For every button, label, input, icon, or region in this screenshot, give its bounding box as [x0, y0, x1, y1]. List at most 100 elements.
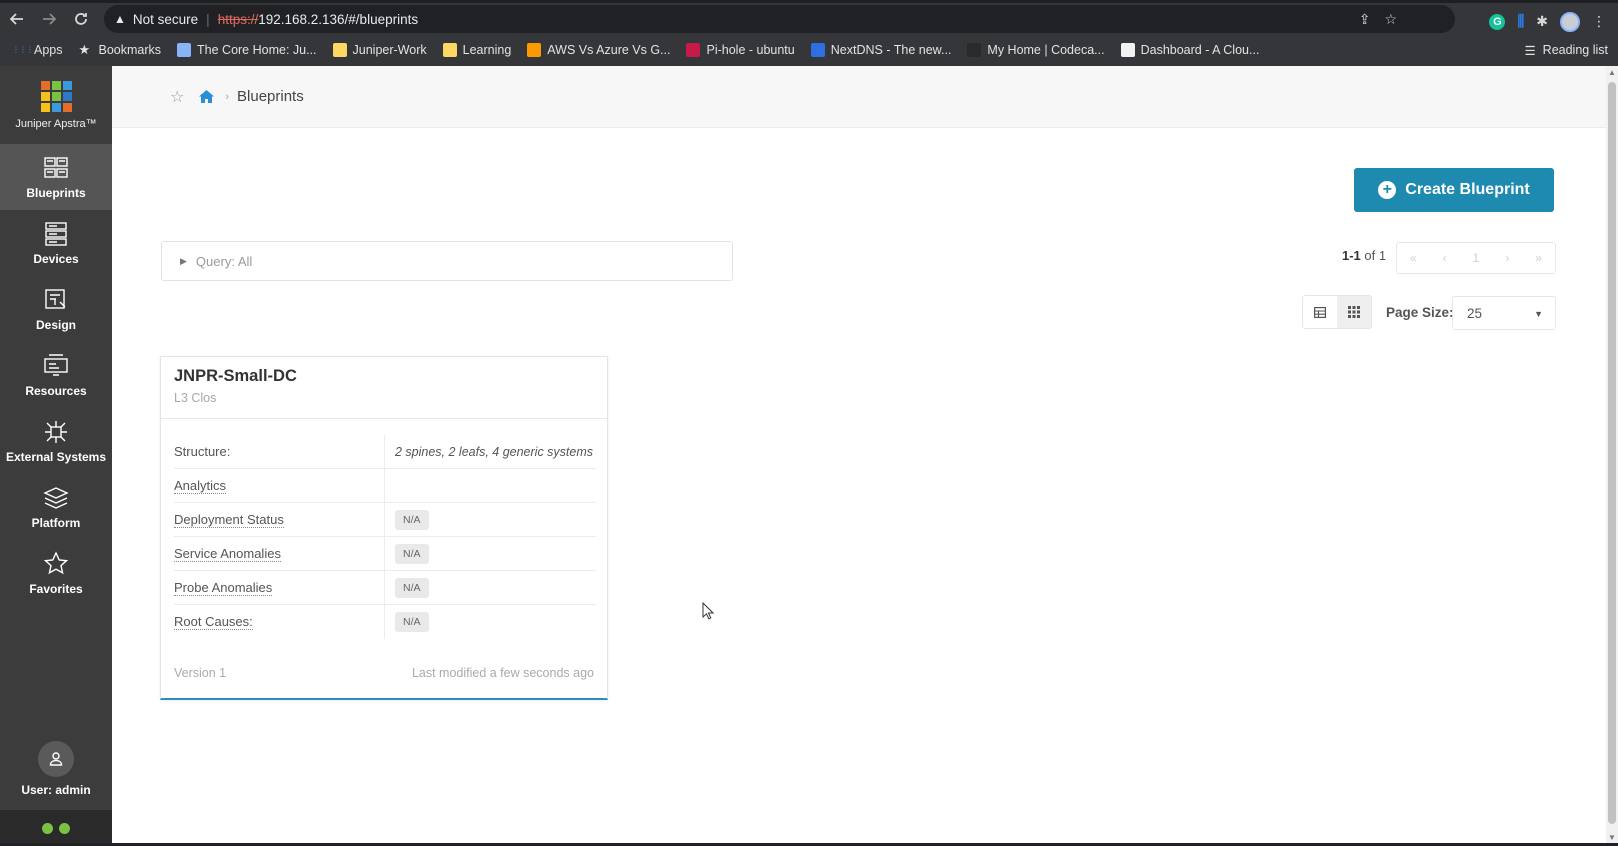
page-size-value: 25 [1467, 305, 1483, 321]
sidebar-item-devices[interactable]: Devices [0, 210, 112, 276]
blueprint-card-footer: Version 1 Last modified a few seconds ag… [174, 666, 594, 680]
favorite-star-icon[interactable]: ☆ [170, 87, 184, 107]
sidebar-item-blueprints[interactable]: Blueprints [0, 144, 112, 210]
status-dot-icon [59, 822, 70, 834]
bookmarks-bar: ⋮⋮⋮ Apps ★ Bookmarks The Core Home: Ju... Jun… [0, 34, 1618, 66]
table-view-button[interactable] [1303, 296, 1337, 328]
bookmark-label: Apps [34, 43, 63, 57]
bookmark-item[interactable]: ⋮⋮⋮ Apps [12, 43, 63, 57]
detail-label[interactable]: Service Anomalies [174, 537, 385, 570]
app-logo[interactable]: Juniper Apstra™ [0, 66, 112, 144]
bookmark-item[interactable]: Pi-hole - ubuntu [686, 43, 795, 57]
system-status[interactable] [0, 810, 112, 846]
favorites-icon [42, 550, 70, 578]
page-size-select[interactable]: 25 ▼ [1452, 296, 1556, 330]
query-filter[interactable]: ▶ Query: All [161, 241, 733, 281]
sidebar-item-design[interactable]: Design [0, 276, 112, 342]
detail-value: N/A [385, 571, 596, 604]
extensions-puzzle-icon[interactable]: ✱ [1536, 13, 1548, 30]
blueprint-last-modified: Last modified a few seconds ago [411, 666, 594, 680]
page-scrollbar[interactable]: ▲ ▼ [1606, 66, 1618, 846]
caret-down-icon: ▼ [1534, 309, 1543, 319]
bookmark-label: The Core Home: Ju... [197, 43, 317, 57]
blueprint-name[interactable]: JNPR-Small-DC [174, 367, 594, 386]
profile-avatar[interactable] [1560, 11, 1580, 32]
design-icon [42, 286, 70, 314]
blueprint-detail-row: Deployment Status N/A [174, 503, 596, 537]
sidebar-item-external-systems[interactable]: External Systems [0, 408, 112, 474]
detail-value-text: 2 spines, 2 leafs, 4 generic systems [395, 444, 594, 459]
bookmark-item[interactable]: Juniper-Work [332, 43, 427, 57]
bookmark-label: Bookmarks [98, 43, 162, 57]
detail-value [385, 469, 596, 502]
detail-label[interactable]: Probe Anomalies [174, 571, 385, 604]
sidebar-nav: Blueprints Devices Design Resources External… [0, 144, 112, 606]
bookmark-favicon-icon [810, 43, 825, 57]
grammarly-extension-icon[interactable]: G [1489, 13, 1506, 30]
pagination-range: 1-1 [1342, 248, 1361, 263]
bookmark-item[interactable]: Dashboard - A Clou... [1120, 43, 1259, 57]
detail-label[interactable]: Analytics [174, 469, 385, 502]
create-blueprint-button[interactable]: + Create Blueprint [1354, 168, 1554, 212]
blueprint-card-header: JNPR-Small-DC L3 Clos [161, 357, 607, 419]
bookmark-item[interactable]: NextDNS - The new... [810, 43, 951, 57]
caret-right-icon: ▶ [180, 255, 187, 266]
url-separator: | [206, 11, 210, 27]
address-bar[interactable]: ▲ Not secure | https:// 192.168.2.136/#/… [104, 5, 1455, 33]
reload-button[interactable] [66, 5, 96, 33]
bookmark-item[interactable]: The Core Home: Ju... [177, 43, 317, 57]
bookmark-item[interactable]: AWS Vs Azure Vs G... [527, 43, 670, 57]
bookmark-label: Juniper-Work [352, 43, 427, 57]
view-toggle [1302, 295, 1372, 329]
detail-label-text: Probe Anomalies [174, 579, 273, 596]
plus-circle-icon: + [1378, 181, 1397, 199]
page-number[interactable]: 1 [1473, 251, 1480, 265]
prev-page-icon[interactable]: ‹ [1443, 251, 1447, 265]
blueprint-card[interactable]: JNPR-Small-DC L3 Clos Structure: 2 spines… [160, 356, 608, 700]
bookmark-star-icon[interactable]: ☆ [1384, 11, 1397, 28]
bookmark-label: AWS Vs Azure Vs G... [547, 43, 671, 57]
reading-list-button[interactable]: ☰ Reading list [1524, 34, 1608, 66]
extension-bar-icon[interactable]: ⫼ [1517, 13, 1524, 30]
back-button[interactable] [2, 5, 32, 33]
blueprints-icon [42, 154, 70, 182]
last-page-icon[interactable]: » [1535, 251, 1542, 265]
next-page-icon[interactable]: › [1505, 251, 1509, 265]
user-icon [49, 752, 63, 766]
sidebar-item-favorites[interactable]: Favorites [0, 540, 112, 606]
kebab-menu-icon[interactable]: ⋮ [1592, 13, 1606, 30]
sidebar-item-label: Devices [33, 252, 79, 266]
detail-label-text: Analytics [174, 477, 227, 494]
pager: « ‹ 1 › » [1396, 242, 1556, 274]
forward-button[interactable] [34, 5, 64, 33]
sidebar-item-label: Favorites [29, 582, 83, 596]
detail-label[interactable]: Root Causes: [174, 605, 385, 639]
bookmark-label: My Home | Codeca... [987, 43, 1105, 57]
blueprint-detail-row: Service Anomalies N/A [174, 537, 596, 571]
scroll-down-icon[interactable]: ▼ [1608, 833, 1616, 842]
query-label: Query: All [195, 253, 253, 269]
bookmark-item[interactable]: Learning [442, 43, 511, 57]
first-page-icon[interactable]: « [1410, 251, 1417, 265]
status-badge: N/A [395, 509, 429, 530]
arrow-right-icon [43, 12, 57, 25]
user-menu[interactable]: User: admin [0, 734, 112, 804]
grid-view-button[interactable] [1337, 296, 1371, 328]
reload-icon [75, 12, 87, 25]
sidebar-item-platform[interactable]: Platform [0, 474, 112, 540]
platform-icon [42, 484, 70, 512]
detail-label[interactable]: Deployment Status [174, 503, 385, 536]
arrow-left-icon [9, 12, 23, 25]
home-icon[interactable] [198, 89, 215, 104]
breadcrumb-current: Blueprints [237, 88, 304, 105]
detail-value: N/A [385, 503, 596, 536]
detail-value: 2 spines, 2 leafs, 4 generic systems [385, 435, 596, 468]
sidebar-item-resources[interactable]: Resources [0, 342, 112, 408]
blueprint-detail-row: Structure: 2 spines, 2 leafs, 4 generic s… [174, 435, 596, 469]
scroll-thumb[interactable] [1608, 82, 1616, 824]
bookmark-favicon-icon [1120, 43, 1135, 57]
share-icon[interactable]: ⇪ [1359, 11, 1371, 28]
bookmark-item[interactable]: ★ Bookmarks [79, 43, 162, 58]
scroll-up-icon[interactable]: ▲ [1608, 68, 1616, 77]
bookmark-item[interactable]: My Home | Codeca... [967, 43, 1105, 57]
